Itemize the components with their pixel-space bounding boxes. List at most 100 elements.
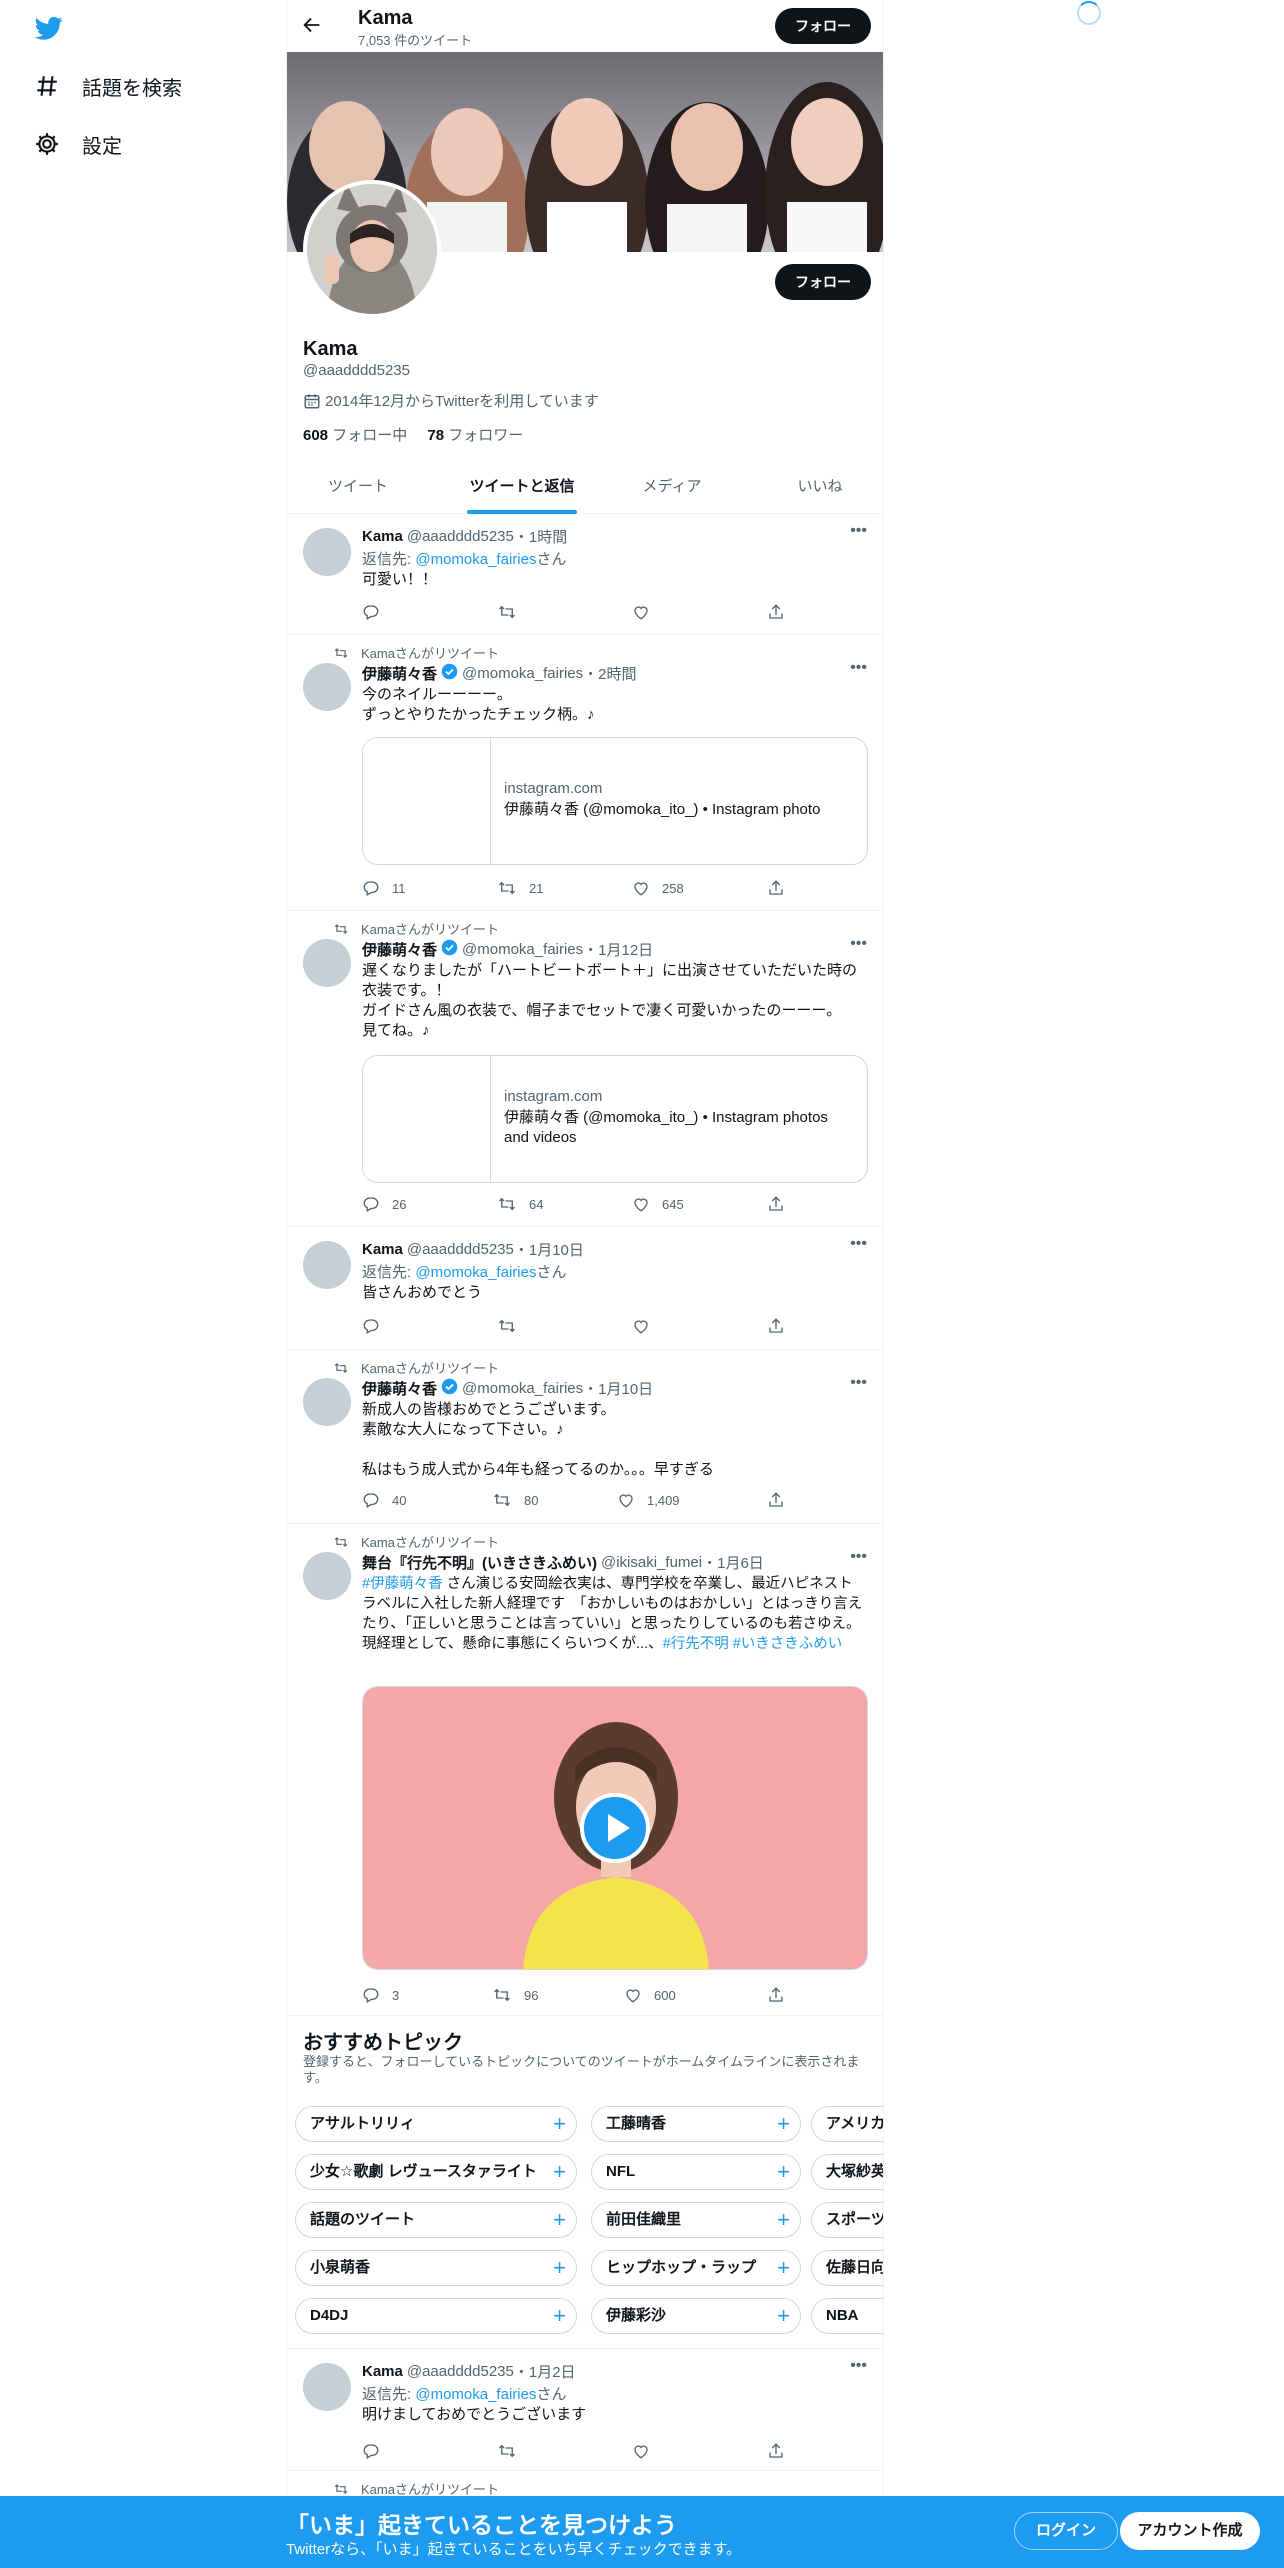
plus-icon[interactable]: + <box>777 2107 790 2141</box>
tweet-handle[interactable]: @momoka_fairies <box>462 941 583 958</box>
retweet-button[interactable]: 80 <box>492 1491 538 1509</box>
topic-pill[interactable]: 大塚紗英 <box>811 2154 883 2190</box>
tab-tweets[interactable]: ツイート <box>287 466 429 514</box>
signup-button[interactable]: アカウント作成 <box>1120 2512 1260 2550</box>
topic-pill[interactable]: 伊藤彩沙 + <box>591 2298 801 2334</box>
like-button[interactable] <box>632 1317 662 1335</box>
nav-settings[interactable]: 設定 <box>34 124 122 164</box>
topic-pill[interactable]: スポーツ <box>811 2202 883 2238</box>
avatar[interactable] <box>303 1552 351 1600</box>
retweet-context-label[interactable]: Kamaさんがリツイート <box>361 1532 499 1551</box>
topic-pill[interactable]: 少女☆歌劇 レヴュースタァライト + <box>295 2154 577 2190</box>
retweet-button[interactable]: 21 <box>497 879 543 897</box>
like-button[interactable]: 258 <box>632 879 684 897</box>
twitter-logo-icon[interactable] <box>33 14 65 47</box>
retweet-button[interactable] <box>497 2442 529 2460</box>
tab-media[interactable]: メディア <box>617 466 727 514</box>
tweet-time[interactable]: 1月10日 <box>529 1239 584 1260</box>
tweet[interactable]: Kamaさんがリツイート 伊藤萌々香 @momoka_fairies ・ 1月12日 … <box>287 911 883 1227</box>
hashtag-link[interactable]: #行先不明 #いきさきふめい <box>663 1636 843 1652</box>
tweet[interactable]: Kamaさんがリツイート 伊藤萌々香 @momoka_fairies ・ 1月10日 … <box>287 1350 883 1524</box>
topic-pill[interactable]: 前田佳織里 + <box>591 2202 801 2238</box>
avatar[interactable] <box>303 663 351 711</box>
more-icon[interactable]: ••• <box>850 1548 867 1566</box>
tweet[interactable]: Kama @aaadddd5235 ・ 1時間 ••• 返信先: @momoka_fa… <box>287 514 883 635</box>
plus-icon[interactable]: + <box>777 2155 790 2189</box>
profile-avatar[interactable] <box>303 180 441 318</box>
share-button[interactable] <box>767 1195 797 1213</box>
reply-to-link[interactable]: @momoka_fairies <box>415 551 536 568</box>
tweet[interactable]: Kama @aaadddd5235 ・ 1月2日 ••• 返信先: @momoka_f… <box>287 2349 883 2471</box>
like-button[interactable] <box>632 603 662 621</box>
tweet-handle[interactable]: @aaadddd5235 <box>407 2363 514 2380</box>
topic-pill[interactable]: 話題のツイート + <box>295 2202 577 2238</box>
header-follow-button[interactable]: フォロー <box>775 8 871 44</box>
tweet-author-name[interactable]: 伊藤萌々香 <box>362 1378 437 1399</box>
share-button[interactable] <box>767 1986 797 2004</box>
retweet-context-label[interactable]: Kamaさんがリツイート <box>361 1358 499 1377</box>
avatar[interactable] <box>303 2363 351 2411</box>
retweet-button[interactable] <box>497 1317 529 1335</box>
tweet-author-name[interactable]: 舞台『行先不明』(いきさきふめい) <box>362 1552 597 1573</box>
reply-button[interactable] <box>362 1317 392 1335</box>
tweet-time[interactable]: 1月2日 <box>529 2361 576 2382</box>
nav-explore[interactable]: 話題を検索 <box>34 66 182 106</box>
avatar[interactable] <box>303 1241 351 1289</box>
reply-button[interactable]: 40 <box>362 1491 406 1509</box>
more-icon[interactable]: ••• <box>850 659 867 677</box>
topic-pill[interactable]: NFL + <box>591 2154 801 2190</box>
plus-icon[interactable]: + <box>553 2251 566 2285</box>
tweet-time[interactable]: 1月10日 <box>598 1378 653 1399</box>
retweet-button[interactable]: 64 <box>497 1195 543 1213</box>
avatar[interactable] <box>303 528 351 576</box>
tweet-handle[interactable]: @momoka_fairies <box>462 665 583 682</box>
tweet[interactable]: Kamaさんがリツイート 舞台『行先不明』(いきさきふめい) @ikisaki_f… <box>287 1524 883 2016</box>
topic-pill[interactable]: 小泉萌香 + <box>295 2250 577 2286</box>
share-button[interactable] <box>767 2442 797 2460</box>
tweet-author-name[interactable]: 伊藤萌々香 <box>362 663 437 684</box>
plus-icon[interactable]: + <box>777 2299 790 2333</box>
more-icon[interactable]: ••• <box>850 1374 867 1392</box>
tweet-author-name[interactable]: Kama <box>362 2363 403 2380</box>
retweet-button[interactable] <box>497 603 529 621</box>
more-icon[interactable]: ••• <box>850 935 867 953</box>
tab-likes[interactable]: いいね <box>757 466 883 514</box>
avatar[interactable] <box>303 939 351 987</box>
topic-pill[interactable]: アメリカ <box>811 2106 883 2142</box>
topic-pill[interactable]: 佐藤日向 <box>811 2250 883 2286</box>
play-button-icon[interactable] <box>580 1793 650 1863</box>
tweet-author-name[interactable]: Kama <box>362 528 403 545</box>
reply-button[interactable]: 11 <box>362 879 406 897</box>
plus-icon[interactable]: + <box>553 2203 566 2237</box>
tweet-time[interactable]: 1月6日 <box>717 1552 764 1573</box>
avatar[interactable] <box>303 1378 351 1426</box>
login-button[interactable]: ログイン <box>1014 2512 1118 2550</box>
like-button[interactable]: 645 <box>632 1195 684 1213</box>
plus-icon[interactable]: + <box>553 2107 566 2141</box>
more-icon[interactable]: ••• <box>850 2357 867 2375</box>
tweet-author-name[interactable]: 伊藤萌々香 <box>362 939 437 960</box>
more-icon[interactable]: ••• <box>850 1235 867 1253</box>
reply-button[interactable] <box>362 2442 392 2460</box>
profile-follow-button[interactable]: フォロー <box>775 264 871 300</box>
tweet-time[interactable]: 2時間 <box>598 663 636 684</box>
reply-to-link[interactable]: @momoka_fairies <box>415 1264 536 1281</box>
retweet-context-label[interactable]: Kamaさんがリツイート <box>361 643 499 662</box>
tweet-handle[interactable]: @momoka_fairies <box>462 1380 583 1397</box>
share-button[interactable] <box>767 1491 797 1509</box>
tweet-author-name[interactable]: Kama <box>362 1241 403 1258</box>
link-card[interactable]: instagram.com 伊藤萌々香 (@momoka_ito_) • Ins… <box>362 737 868 865</box>
reply-to-link[interactable]: @momoka_fairies <box>415 2386 536 2403</box>
tweet-handle[interactable]: @aaadddd5235 <box>407 528 514 545</box>
link-card[interactable]: instagram.com 伊藤萌々香 (@momoka_ito_) • Ins… <box>362 1055 868 1183</box>
topic-pill[interactable]: D4DJ + <box>295 2298 577 2334</box>
tweet-time[interactable]: 1月12日 <box>598 939 653 960</box>
like-button[interactable]: 600 <box>624 1986 676 2004</box>
retweet-context-label[interactable]: Kamaさんがリツイート <box>361 919 499 938</box>
tab-tweets-and-replies[interactable]: ツイートと返信 <box>467 466 577 514</box>
tweet-time[interactable]: 1時間 <box>529 526 567 547</box>
topic-pill[interactable]: 工藤晴香 + <box>591 2106 801 2142</box>
topic-pill[interactable]: アサルトリリィ + <box>295 2106 577 2142</box>
plus-icon[interactable]: + <box>777 2251 790 2285</box>
reply-button[interactable]: 3 <box>362 1986 399 2004</box>
